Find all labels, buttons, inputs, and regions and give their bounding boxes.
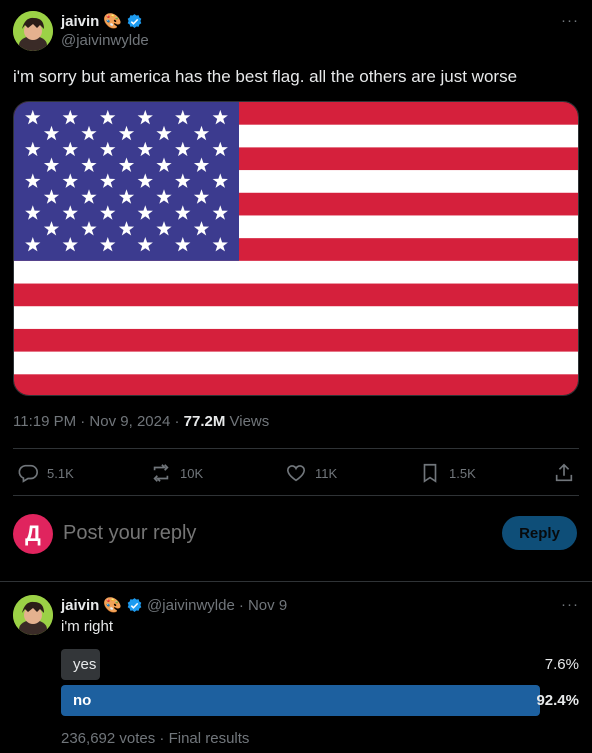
us-flag-image — [14, 102, 578, 395]
reply-avatar[interactable] — [13, 595, 53, 635]
poll-option: yes 7.6% — [61, 649, 579, 680]
tweet-time[interactable]: 11:19 PM · Nov 9, 2024 · — [13, 413, 184, 430]
poll-footer: 236,692 votes · Final results — [61, 730, 250, 747]
reply-author-row: jaivin 🎨 @jaivinwylde · Nov 9 — [61, 595, 287, 615]
reply-input[interactable] — [63, 518, 483, 548]
tweet-meta: 11:19 PM · Nov 9, 2024 · 77.2M Views — [13, 413, 269, 430]
poll-option-percent: 7.6% — [544, 656, 579, 673]
more-options-icon[interactable]: ··· — [561, 12, 579, 29]
flag-stripe — [14, 283, 578, 307]
share-button[interactable] — [553, 458, 575, 488]
avatar-image — [13, 595, 53, 635]
divider — [0, 581, 592, 582]
author-row: jaivin 🎨 — [61, 11, 143, 31]
flag-stripe — [14, 351, 578, 375]
reply-date[interactable]: · Nov 9 — [239, 597, 287, 614]
repost-count: 10K — [180, 465, 204, 481]
reply-author-handle[interactable]: @jaivinwylde — [147, 597, 235, 614]
heart-icon — [286, 465, 306, 482]
views-label: Views — [225, 413, 270, 430]
poll: yes 7.6% no 92.4% — [61, 649, 579, 716]
flag-stripe — [14, 374, 578, 395]
verified-badge-icon — [126, 597, 143, 614]
palette-emoji: 🎨 — [103, 597, 123, 614]
reply-count: 5.1K — [47, 465, 74, 481]
reply-submit-button[interactable]: Reply — [502, 516, 577, 550]
author-handle[interactable]: @jaivinwylde — [61, 32, 149, 49]
poll-option-label: yes — [73, 656, 97, 673]
like-button[interactable]: 11K — [285, 458, 337, 488]
bookmark-count: 1.5K — [449, 465, 476, 481]
divider — [13, 448, 579, 449]
like-count: 11K — [315, 465, 338, 481]
bookmark-icon — [423, 463, 437, 483]
poll-bar-yes: yes — [61, 649, 101, 680]
repost-icon — [153, 464, 169, 482]
poll-option-label: no — [73, 692, 92, 709]
poll-bar-no: no — [61, 685, 540, 716]
reply-more-options-icon[interactable]: ··· — [561, 596, 579, 613]
tweet-image[interactable] — [13, 101, 579, 396]
reply-author-name[interactable]: jaivin — [61, 597, 99, 614]
tweet-text: i'm sorry but america has the best flag.… — [13, 67, 518, 86]
flag-stripe — [14, 328, 578, 353]
reply-text: i'm right — [61, 618, 114, 635]
palette-emoji: 🎨 — [103, 13, 123, 30]
poll-option: no 92.4% — [61, 685, 579, 716]
avatar-image — [13, 11, 53, 51]
share-icon — [555, 463, 573, 482]
flag-stripe — [14, 306, 578, 330]
verified-badge-icon — [126, 13, 143, 30]
bookmark-button[interactable]: 1.5K — [419, 458, 476, 488]
poll-option-percent: 92.4% — [536, 692, 579, 709]
divider — [13, 495, 579, 496]
composer-avatar[interactable]: Д — [13, 514, 53, 554]
author-name[interactable]: jaivin — [61, 13, 99, 30]
flag-stripe — [14, 260, 578, 285]
views-count: 77.2M — [183, 413, 226, 430]
repost-button[interactable]: 10K — [150, 458, 203, 488]
reply-button[interactable]: 5.1K — [17, 458, 74, 488]
reply-icon — [18, 464, 38, 483]
avatar[interactable] — [13, 11, 53, 51]
